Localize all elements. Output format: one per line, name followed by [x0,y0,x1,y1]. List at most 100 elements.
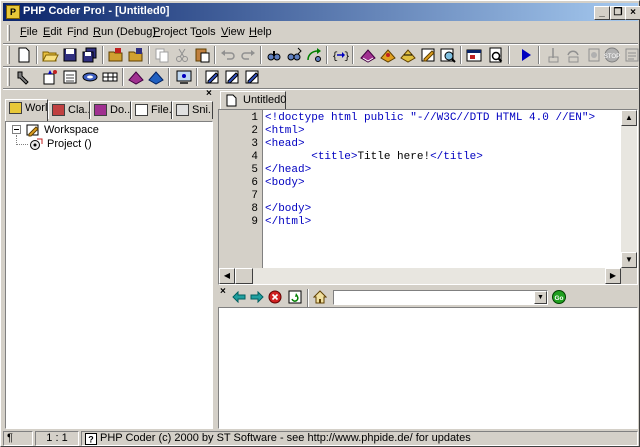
tree-node-workspace[interactable]: Workspace [44,124,99,136]
refresh-icon[interactable] [288,290,302,304]
toolbar-separator [460,46,462,64]
code-line[interactable]: </html> [265,216,311,228]
code-line[interactable]: <body> [265,177,305,189]
svg-text:}: } [344,51,349,63]
table-tag-icon[interactable] [101,68,119,86]
scroll-up-icon[interactable]: ▲ [621,110,637,126]
workspace-tree[interactable]: Workspace Project () [5,121,213,429]
title-bar[interactable]: P PHP Coder Pro! - [Untitled0] _ ❐ × [3,3,640,21]
tab-classes[interactable]: Cla... [48,101,90,119]
tab-snippets[interactable]: Sni... [172,101,213,119]
tools-icon[interactable] [15,68,33,86]
menu-find[interactable]: Find [67,26,88,38]
php-manual-icon[interactable] [359,46,377,64]
horizontal-scrollbar[interactable] [219,268,621,284]
scroll-thumb[interactable] [235,268,253,284]
menu-file[interactable]: File [20,26,38,38]
paste-icon[interactable] [193,46,211,64]
tab-files[interactable]: File... [131,101,172,119]
menu-edit[interactable]: Edit [43,26,62,38]
code-line[interactable]: <head> [265,138,305,150]
menubar-grip[interactable] [7,25,10,41]
output-pane[interactable] [218,307,638,429]
code-editor[interactable]: 1 2 3 4 5 6 7 8 9 <!doctype html public … [218,109,638,285]
size-grip [621,268,637,284]
debug-options-icon[interactable] [623,46,640,64]
image-tag-icon[interactable] [81,68,99,86]
run-icon[interactable] [517,46,535,64]
scroll-left-icon[interactable]: ◀ [219,268,235,284]
collapse-icon[interactable] [12,125,22,135]
save-icon[interactable] [61,46,79,64]
toolbar-separator [326,46,328,64]
html-reference-icon[interactable] [127,68,145,86]
close-button[interactable]: × [625,6,640,20]
toolbar-grip[interactable] [7,46,10,64]
stop-circle-icon[interactable] [268,290,282,304]
menu-project[interactable]: Project [153,26,187,38]
undo-icon[interactable] [219,46,237,64]
breakpoint-icon[interactable] [585,46,603,64]
replace-icon[interactable] [305,46,323,64]
goto-line-icon[interactable]: {} [331,46,349,64]
new-file-icon[interactable] [15,46,33,64]
redo-icon[interactable] [239,46,257,64]
code-line[interactable]: </body> [265,203,311,215]
find-icon[interactable] [265,46,283,64]
cut-icon[interactable] [173,46,191,64]
minimize-button[interactable]: _ [594,6,610,20]
code-line[interactable]: <!doctype html public "-//W3C//DTD HTML … [265,112,595,124]
open-folder-icon[interactable] [41,46,59,64]
inspect-icon[interactable] [439,46,457,64]
restore-button[interactable]: ❐ [610,6,626,20]
tag-wizard-icon[interactable] [41,68,59,86]
scroll-right-icon[interactable]: ▶ [605,268,621,284]
toolbar-grip[interactable] [7,68,10,86]
copy-icon[interactable] [153,46,171,64]
menu-view[interactable]: View [221,26,245,38]
code-line[interactable]: <title>Title here!</title> [265,151,483,163]
panel-close-icon[interactable]: × [206,89,212,99]
status-position: 1 : 1 [35,431,79,446]
toolbar-separator [214,46,216,64]
scroll-down-icon[interactable]: ▼ [621,252,637,268]
home-icon[interactable] [313,290,327,304]
save-all-icon[interactable] [81,46,99,64]
step-over-icon[interactable] [565,46,583,64]
url-combo[interactable]: ▼ [333,290,548,305]
edit-note-icon[interactable] [419,46,437,64]
preview-icon[interactable] [487,46,505,64]
line-number: 3 [251,138,258,150]
css-reference-icon[interactable] [147,68,165,86]
browser-icon[interactable] [175,68,193,86]
menu-tools[interactable]: Tools [190,26,216,38]
toolbar-separator [102,46,104,64]
save-project-icon[interactable] [127,46,145,64]
step-into-icon[interactable] [545,46,563,64]
menu-help[interactable]: Help [249,26,272,38]
edit-script-icon[interactable] [243,68,261,86]
forward-arrow-icon[interactable] [250,291,264,303]
tree-node-project[interactable]: Project () [47,138,92,150]
open-project-icon[interactable] [107,46,125,64]
find-next-icon[interactable] [285,46,303,64]
tab-untitled0[interactable]: Untitled0 [220,91,286,109]
output-close-icon[interactable]: × [220,287,226,297]
tab-workspace[interactable]: Worl... [5,99,48,121]
edit-template-icon[interactable] [223,68,241,86]
edit-snippet-icon[interactable] [203,68,221,86]
form-icon[interactable] [61,68,79,86]
options-icon[interactable] [465,46,483,64]
tab-documents[interactable]: Do... [90,101,131,119]
chevron-down-icon[interactable]: ▼ [534,291,547,304]
php-coder-icon[interactable]: P [6,5,20,19]
snippet-book-icon[interactable] [399,46,417,64]
go-button[interactable]: Go [552,290,566,304]
code-line[interactable]: </head> [265,164,311,176]
vertical-scrollbar[interactable] [621,110,637,268]
code-line[interactable]: <html> [265,125,305,137]
stop-icon[interactable]: STOP [603,46,621,64]
help-book-icon[interactable] [379,46,397,64]
back-arrow-icon[interactable] [232,291,246,303]
menu-run-debug[interactable]: Run (Debug) [93,26,156,38]
